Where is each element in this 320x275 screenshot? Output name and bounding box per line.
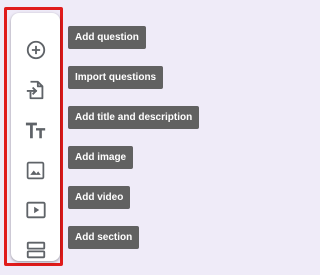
tooltip-add-question: Add question xyxy=(68,26,146,49)
image-icon xyxy=(25,160,46,181)
floating-toolbar xyxy=(11,13,60,261)
tooltip-import-questions: Import questions xyxy=(68,66,164,89)
section-icon xyxy=(25,239,47,261)
tooltip-add-video: Add video xyxy=(68,186,131,209)
title-icon xyxy=(24,119,48,141)
tooltip-add-section: Add section xyxy=(68,226,140,249)
add-question-button[interactable] xyxy=(11,30,60,70)
add-title-description-button[interactable] xyxy=(11,110,60,150)
add-circle-icon xyxy=(25,39,47,61)
import-questions-button[interactable] xyxy=(11,70,60,110)
add-section-button[interactable] xyxy=(11,230,60,270)
add-video-button[interactable] xyxy=(11,190,60,230)
tooltip-add-image: Add image xyxy=(68,146,134,169)
add-image-button[interactable] xyxy=(11,150,60,190)
import-icon xyxy=(25,79,47,101)
tooltip-add-title-description: Add title and description xyxy=(68,106,200,129)
video-icon xyxy=(25,199,47,221)
